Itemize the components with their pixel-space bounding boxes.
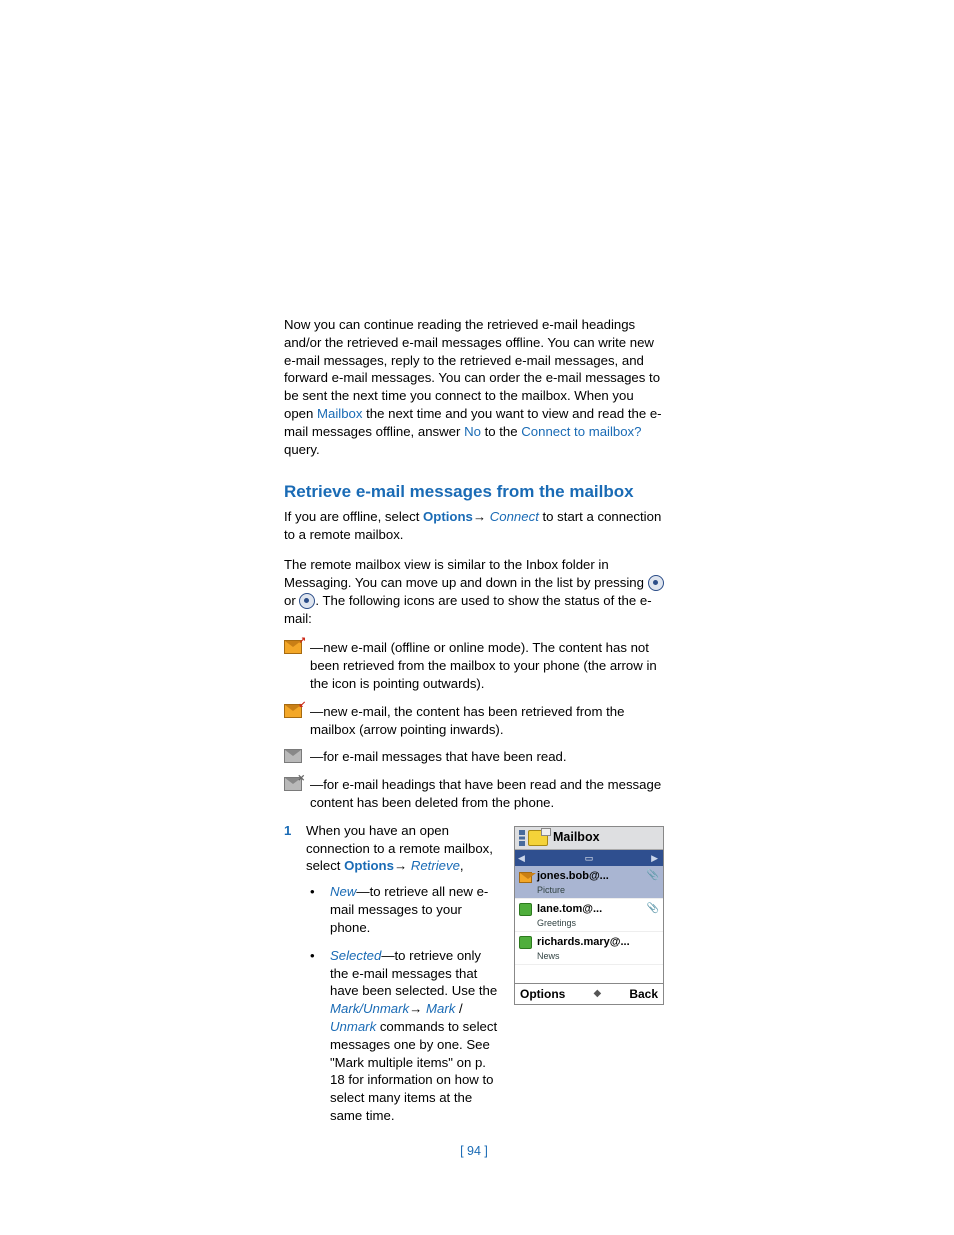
bullet-icon-2: • bbox=[310, 947, 330, 1125]
arrow-icon-2: → bbox=[394, 858, 411, 873]
remote-paragraph: The remote mailbox view is similar to th… bbox=[284, 556, 664, 627]
icon-desc-1: —new e-mail (offline or online mode). Th… bbox=[310, 639, 664, 692]
mail-row-3[interactable]: richards.mary@...News bbox=[515, 932, 663, 965]
nav-page-icon: ▭ bbox=[585, 852, 594, 864]
mail-read-row-icon bbox=[519, 903, 533, 917]
nav-right-icon: ▶ bbox=[651, 852, 660, 864]
icon-row-new-outward: ↗ —new e-mail (offline or online mode). … bbox=[284, 639, 664, 692]
bullet-selected: • Selected—to retrieve only the e-mail m… bbox=[310, 947, 498, 1125]
connect-mailbox-link[interactable]: Connect to mailbox? bbox=[521, 424, 641, 439]
icon-desc-3: —for e-mail messages that have been read… bbox=[310, 748, 664, 766]
phone-softkeys: Options ◆ Back bbox=[515, 983, 663, 1004]
subject-1: Picture bbox=[537, 884, 645, 896]
icon-row-deleted: ✕ —for e-mail headings that have been re… bbox=[284, 776, 664, 812]
icon-desc-4: —for e-mail headings that have been read… bbox=[310, 776, 664, 812]
mail-new-in-icon: ↙ bbox=[284, 703, 310, 723]
mail-read-icon bbox=[284, 748, 310, 763]
mail-new-out-icon: ↗ bbox=[284, 639, 310, 659]
mail-row-1[interactable]: jones.bob@...Picture 📎 bbox=[515, 866, 663, 899]
offline-a: If you are offline, select bbox=[284, 509, 423, 524]
intro-text-c: to the bbox=[481, 424, 521, 439]
phone-titlebar: Mailbox bbox=[515, 827, 663, 850]
intro-text-d: query. bbox=[284, 442, 320, 457]
softkey-right[interactable]: Back bbox=[629, 986, 658, 1002]
mailbox-link[interactable]: Mailbox bbox=[317, 406, 362, 421]
mailbox-folder-icon bbox=[528, 830, 548, 846]
remote-or: or bbox=[284, 593, 299, 608]
subject-2: Greetings bbox=[537, 917, 645, 929]
new-label: New bbox=[330, 884, 356, 899]
page-number: [ 94 ] bbox=[284, 1143, 664, 1160]
options-label-2: Options bbox=[344, 858, 394, 873]
mail-unread-icon bbox=[519, 870, 533, 884]
mail-deleted-icon: ✕ bbox=[284, 776, 310, 796]
sender-3: richards.mary@... bbox=[537, 935, 659, 950]
softkey-mid-icon: ◆ bbox=[593, 987, 601, 1001]
subject-3: News bbox=[537, 950, 659, 962]
slash: / bbox=[455, 1001, 462, 1016]
phone-navbar: ◀ ▭ ▶ bbox=[515, 850, 663, 866]
intro-paragraph: Now you can continue reading the retriev… bbox=[284, 316, 664, 459]
sender-2: lane.tom@... bbox=[537, 902, 645, 917]
icon-desc-2: —new e-mail, the content has been retrie… bbox=[310, 703, 664, 739]
phone-title: Mailbox bbox=[553, 829, 600, 846]
attachment-icon-2: 📎 bbox=[647, 902, 659, 916]
sender-1: jones.bob@... bbox=[537, 869, 645, 884]
section-heading: Retrieve e-mail messages from the mailbo… bbox=[284, 481, 664, 504]
retrieve-label: Retrieve bbox=[411, 858, 460, 873]
softkey-left[interactable]: Options bbox=[520, 986, 565, 1002]
attachment-icon: 📎 bbox=[647, 869, 659, 883]
selected-label: Selected bbox=[330, 948, 381, 963]
signal-icon bbox=[519, 830, 525, 846]
joystick-up-icon bbox=[648, 575, 664, 591]
phone-screenshot: Mailbox ◀ ▭ ▶ jones.bob@...Picture 📎 lan… bbox=[514, 826, 664, 1005]
icon-row-new-inward: ↙ —new e-mail, the content has been retr… bbox=[284, 703, 664, 739]
icon-row-read: —for e-mail messages that have been read… bbox=[284, 748, 664, 766]
bullet-icon: • bbox=[310, 883, 330, 936]
mark-label: Mark bbox=[426, 1001, 455, 1016]
options-label: Options bbox=[423, 509, 473, 524]
arrow-icon: → bbox=[473, 509, 490, 524]
unmark-label: Unmark bbox=[330, 1019, 376, 1034]
remote-a: The remote mailbox view is similar to th… bbox=[284, 557, 648, 590]
mail-row-2[interactable]: lane.tom@...Greetings 📎 bbox=[515, 899, 663, 932]
step1-comma: , bbox=[460, 858, 464, 873]
joystick-down-icon bbox=[299, 593, 315, 609]
step-number: 1 bbox=[284, 822, 306, 875]
step-1: 1 When you have an open connection to a … bbox=[284, 822, 498, 875]
mail-read-row-icon-2 bbox=[519, 936, 533, 950]
offline-paragraph: If you are offline, select Options→ Conn… bbox=[284, 508, 664, 544]
bullet-new: • New—to retrieve all new e-mail message… bbox=[310, 883, 498, 936]
page-content: Now you can continue reading the retriev… bbox=[0, 0, 954, 1220]
no-link[interactable]: No bbox=[464, 424, 481, 439]
remote-b: . The following icons are used to show t… bbox=[284, 593, 652, 626]
sel-b: commands to select messages one by one. … bbox=[330, 1019, 497, 1123]
nav-left-icon: ◀ bbox=[518, 852, 527, 864]
connect-label: Connect bbox=[490, 509, 539, 524]
mark-unmark-label: Mark/Unmark bbox=[330, 1001, 409, 1016]
arrow-icon-3: → bbox=[409, 1001, 426, 1016]
